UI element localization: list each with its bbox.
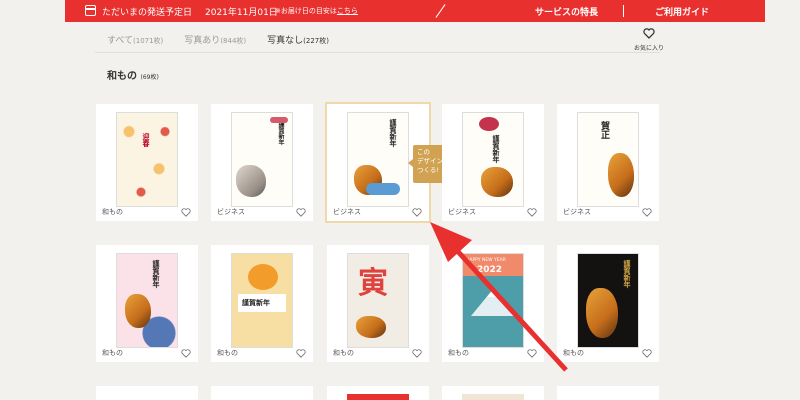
heart-icon[interactable] [642, 349, 652, 358]
card-category: 和もの [102, 208, 123, 216]
card-thumbnail: 謹賀新年 [231, 112, 293, 207]
design-card[interactable] [442, 386, 544, 400]
design-card[interactable] [327, 386, 429, 400]
card-thumbnail: 迎春 [116, 112, 178, 207]
tab-with-photo[interactable]: 写真あり(844枚) [184, 33, 246, 46]
tab-without-photo[interactable]: 写真なし(227枚) [267, 33, 329, 46]
section-title-text: 和もの [107, 71, 137, 82]
design-card[interactable]: 謹賀新年 和もの [211, 245, 313, 362]
card-heading: HAPPY NEW YEAR [466, 258, 506, 263]
card-category: ビジネス [333, 208, 361, 216]
heart-icon[interactable] [181, 349, 191, 358]
design-card[interactable]: HAPPY NEW YEAR 2022 和もの [442, 245, 544, 362]
card-thumbnail: 寅 [347, 253, 409, 348]
heart-icon[interactable] [642, 208, 652, 217]
card-heading: 謹賀新年 [623, 260, 631, 288]
tab-count: (1071枚) [133, 37, 164, 45]
card-thumbnail: HAPPY NEW YEAR 2022 [462, 253, 524, 348]
card-category: ビジネス [563, 208, 591, 216]
design-card[interactable] [211, 386, 313, 400]
card-thumbnail: 賀正 [577, 112, 639, 207]
design-card[interactable]: 謹賀新年 ビジネス [442, 104, 544, 221]
filter-tabs: すべて(1071枚) 写真あり(844枚) 写真なし(227枚) [107, 33, 329, 46]
favorites-button[interactable]: お気に入り [633, 28, 665, 52]
heart-icon[interactable] [296, 349, 306, 358]
tab-label: すべて [107, 36, 134, 46]
design-card[interactable]: 寅 和もの [327, 245, 429, 362]
card-category: 和もの [448, 349, 469, 357]
card-thumbnail: 謹賀新年 [116, 253, 178, 348]
design-card[interactable] [557, 386, 659, 400]
tab-label: 写真あり [184, 36, 221, 46]
card-category: ビジネス [217, 208, 245, 216]
heart-icon [643, 28, 655, 39]
card-heading: 謹賀新年 [492, 135, 500, 163]
card-heading: 謹賀新年 [242, 299, 270, 307]
nav-features-link[interactable]: サービスの特長 [535, 5, 598, 18]
card-year: 2022 [477, 265, 503, 275]
heart-icon[interactable] [296, 208, 306, 217]
card-heading: 迎春 [142, 133, 150, 147]
delivery-note-link[interactable]: こちら [337, 7, 358, 15]
delivery-note-text: ※お届け日の目安は [275, 7, 337, 15]
header-divider [95, 52, 660, 53]
card-heading: 謹賀新年 [389, 119, 397, 147]
design-card[interactable]: 賀正 ビジネス [557, 104, 659, 221]
section-title: 和もの (69枚) [107, 67, 159, 82]
design-card[interactable] [96, 386, 198, 400]
card-thumbnail: 謹賀新年 [577, 253, 639, 348]
heart-icon[interactable] [181, 208, 191, 217]
divider-slash [435, 4, 446, 18]
card-thumbnail: 謹賀新年 [347, 112, 409, 207]
card-heading: 寅 [358, 266, 388, 301]
section-count: (69枚) [140, 74, 159, 81]
card-category: 和もの [217, 349, 238, 357]
nav-separator [623, 5, 624, 17]
card-heading: 謹賀新年 [152, 260, 160, 288]
favorites-label: お気に入り [633, 45, 664, 52]
top-bar: ただいまの発送予定日 2021年11月01日 ※お届け日の目安はこちら サービス… [65, 0, 765, 22]
design-card[interactable]: 迎春 和もの [96, 104, 198, 221]
heart-icon[interactable] [412, 208, 422, 217]
design-card[interactable]: 謹賀新年 和もの [557, 245, 659, 362]
design-card[interactable]: 謹賀新年 ビジネス [211, 104, 313, 221]
card-heading: 謹賀新年 [277, 121, 284, 145]
calendar-icon [85, 5, 96, 16]
tab-count: (844枚) [220, 37, 247, 45]
shipping-date: 2021年11月01日 [205, 8, 278, 18]
left-gutter [0, 0, 35, 400]
nav-guide-link[interactable]: ご利用ガイド [655, 5, 709, 18]
tab-label: 写真なし [267, 36, 304, 46]
card-category: 和もの [333, 349, 354, 357]
design-card[interactable]: 謹賀新年 和もの [96, 245, 198, 362]
mountain-graphic [471, 288, 517, 316]
heart-icon[interactable] [527, 208, 537, 217]
card-thumbnail: 謹賀新年 [462, 112, 524, 207]
tab-count: (227枚) [303, 37, 329, 45]
card-category: 和もの [563, 349, 584, 357]
card-thumbnail: 謹賀新年 [231, 253, 293, 348]
delivery-note: ※お届け日の目安はこちら [275, 6, 358, 16]
card-category: ビジネス [448, 208, 476, 216]
right-gutter [765, 0, 800, 400]
tab-all[interactable]: すべて(1071枚) [107, 33, 163, 46]
card-category: 和もの [102, 349, 123, 357]
heart-icon[interactable] [527, 349, 537, 358]
card-heading: 賀正 [599, 121, 609, 139]
shipping-label: ただいまの発送予定日 [102, 8, 193, 18]
heart-icon[interactable] [412, 349, 422, 358]
